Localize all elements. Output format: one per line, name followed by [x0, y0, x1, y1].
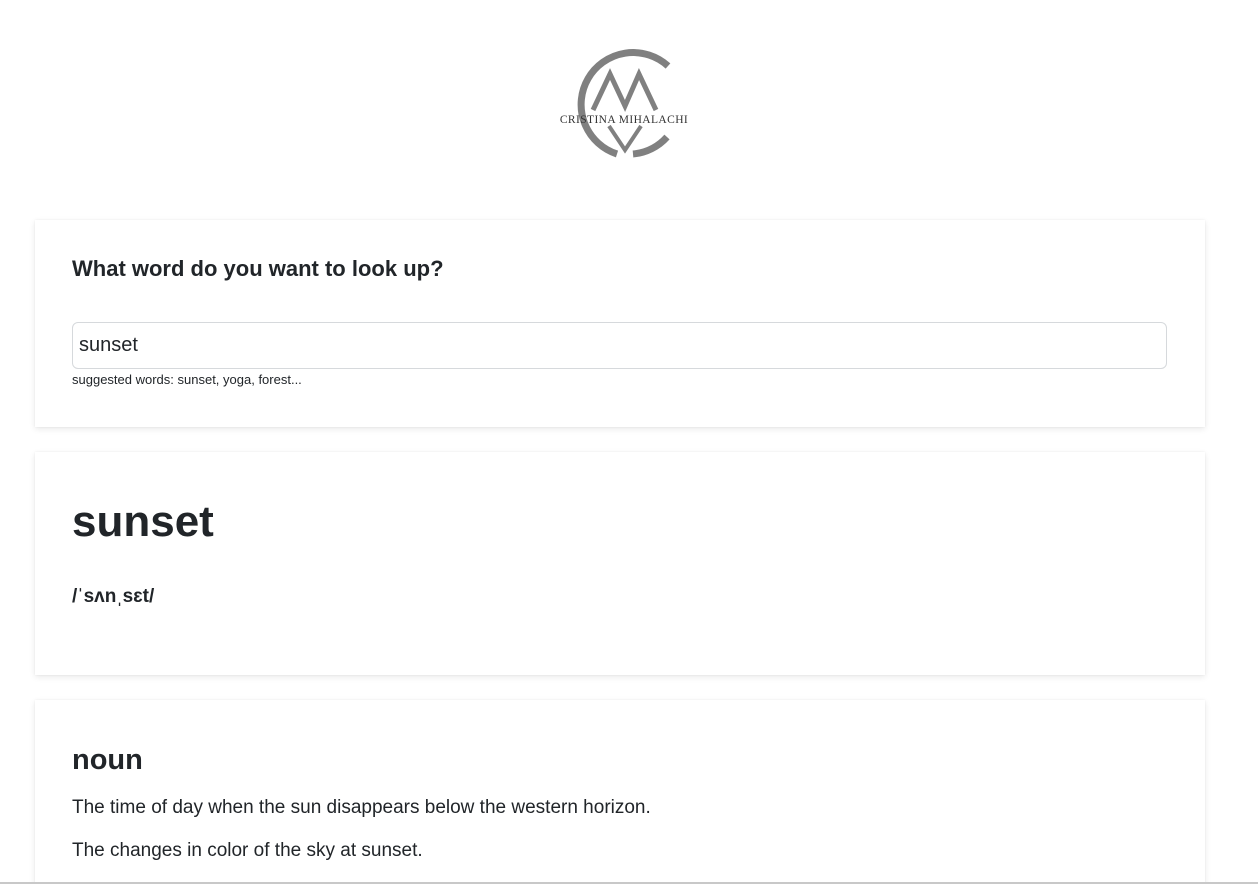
word-title: sunset	[72, 497, 214, 546]
phonetic-text: /ˈsʌnˌsɛt/	[72, 586, 155, 607]
search-input[interactable]	[72, 322, 1167, 369]
search-heading: What word do you want to look up?	[72, 256, 444, 281]
logo-mark-icon	[577, 49, 671, 158]
definition-item: The changes in color of the sky at sunse…	[72, 840, 423, 861]
part-of-speech: noun	[72, 744, 143, 776]
site-logo[interactable]: CRISTINA MIHALACHI	[553, 44, 697, 160]
word-card: sunset /ˈsʌnˌsɛt/	[35, 452, 1205, 675]
meaning-card: noun The time of day when the sun disapp…	[35, 700, 1205, 884]
page: CRISTINA MIHALACHI What word do you want…	[0, 0, 1258, 884]
search-card: What word do you want to look up? sugges…	[35, 220, 1205, 427]
definition-item: The time of day when the sun disappears …	[72, 797, 651, 818]
logo-text: CRISTINA MIHALACHI	[559, 114, 689, 126]
suggested-words-hint: suggested words: sunset, yoga, forest...	[72, 372, 302, 387]
definitions-list: The time of day when the sun disappears …	[72, 797, 651, 883]
